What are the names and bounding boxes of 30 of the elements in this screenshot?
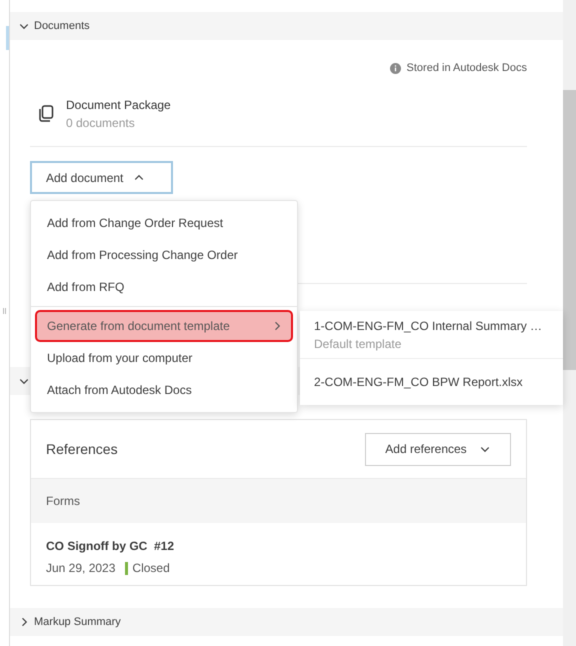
menu-item[interactable]: Upload from your computer xyxy=(35,342,293,374)
reference-date: Jun 29, 2023 xyxy=(46,560,116,577)
section-title: Documents xyxy=(34,18,90,34)
menu-item[interactable]: Add from Change Order Request xyxy=(35,207,293,239)
add-document-button[interactable]: Add document xyxy=(30,161,173,194)
template-subtitle: Default template xyxy=(314,336,402,352)
menu-item[interactable]: Add from RFQ xyxy=(35,271,293,303)
reference-title[interactable]: CO Signoff by GC #12 xyxy=(46,537,511,555)
references-title: References xyxy=(46,440,118,458)
status-label: Closed xyxy=(132,560,170,577)
menu-item[interactable]: Add from Processing Change Order xyxy=(35,239,293,271)
active-tab-marker xyxy=(6,26,9,50)
group-header: Forms xyxy=(31,478,526,523)
template-item[interactable]: 2-COM-ENG-FM_CO BPW Report.xlsx xyxy=(300,358,563,405)
scrollbar-thumb[interactable] xyxy=(563,90,576,370)
document-count: 0 documents xyxy=(66,115,136,132)
info-icon xyxy=(390,62,401,74)
section-header[interactable]: Documents xyxy=(10,12,563,40)
section-header[interactable]: Markup Summary xyxy=(10,608,563,636)
template-name: 2-COM-ENG-FM_CO BPW Report.xlsx xyxy=(314,374,524,391)
add-references-button[interactable]: Add references xyxy=(365,432,511,466)
template-item[interactable]: 1-COM-ENG-FM_CO Internal Summary … Default template xyxy=(300,311,563,358)
package-title: Document Package xyxy=(66,97,171,114)
template-name: 1-COM-ENG-FM_CO Internal Summary … xyxy=(314,318,544,334)
section-title: Markup Summary xyxy=(34,614,121,630)
storage-note: Stored in Autodesk Docs xyxy=(406,60,527,76)
menu-item[interactable]: Generate from document template xyxy=(35,310,293,342)
menu-item[interactable]: Attach from Autodesk Docs xyxy=(35,374,293,406)
drag-handle-icon[interactable] xyxy=(3,308,6,314)
copy-icon xyxy=(38,105,54,123)
